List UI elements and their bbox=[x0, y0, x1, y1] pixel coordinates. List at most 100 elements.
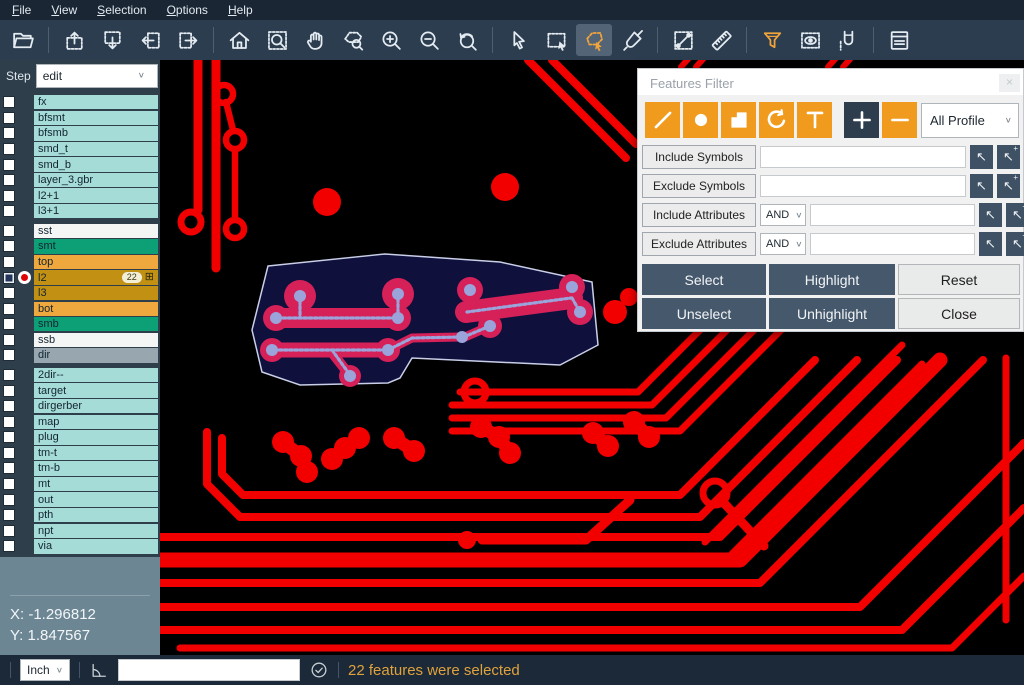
layer-checkbox-bot[interactable] bbox=[3, 303, 15, 315]
exclude-attributes-pick-add-button[interactable]: ↖+ bbox=[1006, 232, 1024, 256]
command-input[interactable] bbox=[118, 659, 300, 681]
exclude-attributes-input[interactable] bbox=[810, 233, 975, 255]
layers-panel-button[interactable] bbox=[881, 24, 917, 56]
include-symbols-pick-add-button[interactable]: ↖+ bbox=[997, 145, 1020, 169]
exclude-symbols-button[interactable]: Exclude Symbols bbox=[642, 174, 756, 198]
unselect-button[interactable]: Unselect bbox=[642, 298, 766, 329]
layer-cell-l2[interactable]: l222⊞ bbox=[34, 270, 158, 284]
positive-polarity-button[interactable] bbox=[844, 102, 879, 138]
layer-cell-smd_t[interactable]: smd_t bbox=[34, 142, 158, 156]
layer-cell-l3[interactable]: l3 bbox=[34, 286, 158, 300]
menu-options[interactable]: Options bbox=[157, 0, 218, 20]
zoom-polygon-button[interactable] bbox=[335, 24, 371, 56]
pan-up-button[interactable] bbox=[56, 24, 92, 56]
menu-help[interactable]: Help bbox=[218, 0, 263, 20]
layer-checkbox-dir[interactable] bbox=[3, 349, 15, 361]
select-polygon-button[interactable] bbox=[576, 24, 612, 56]
include-attributes-pick-add-button[interactable]: ↖+ bbox=[1006, 203, 1024, 227]
layer-checkbox-bfsmb[interactable] bbox=[3, 127, 15, 139]
layer-checkbox-l3[interactable] bbox=[3, 287, 15, 299]
layer-checkbox-bfsmt[interactable] bbox=[3, 112, 15, 124]
exclude-symbols-pick-button[interactable]: ↖ bbox=[970, 174, 993, 198]
features-filter-button[interactable] bbox=[754, 24, 790, 56]
negative-polarity-button[interactable] bbox=[882, 102, 917, 138]
layer-cell-dirgerber[interactable]: dirgerber bbox=[34, 399, 158, 413]
exclude-attributes-pick-button[interactable]: ↖ bbox=[979, 232, 1002, 256]
home-view-button[interactable] bbox=[221, 24, 257, 56]
layer-cell-map[interactable]: map bbox=[34, 415, 158, 429]
layer-cell-layer_3.gbr[interactable]: layer_3.gbr bbox=[34, 173, 158, 187]
include-attributes-button[interactable]: Include Attributes bbox=[642, 203, 756, 227]
pan-left-button[interactable] bbox=[132, 24, 168, 56]
menu-file[interactable]: File bbox=[2, 0, 41, 20]
include-symbols-input[interactable] bbox=[760, 146, 966, 168]
layer-cell-bot[interactable]: bot bbox=[34, 302, 158, 316]
layer-cell-npt[interactable]: npt bbox=[34, 524, 158, 538]
layer-checkbox-smd_b[interactable] bbox=[3, 159, 15, 171]
exclude-symbols-pick-add-button[interactable]: ↖+ bbox=[997, 174, 1020, 198]
layer-checkbox-ssb[interactable] bbox=[3, 334, 15, 346]
select-rectangle-button[interactable] bbox=[538, 24, 574, 56]
layer-checkbox-tm-t[interactable] bbox=[3, 447, 15, 459]
measure-points-button[interactable] bbox=[665, 24, 701, 56]
layer-cell-l2+1[interactable]: l2+1 bbox=[34, 188, 158, 202]
pan-right-button[interactable] bbox=[170, 24, 206, 56]
layer-cell-smd_b[interactable]: smd_b bbox=[34, 157, 158, 171]
layer-cell-sst[interactable]: sst bbox=[34, 224, 158, 238]
layer-checkbox-dirgerber[interactable] bbox=[3, 400, 15, 412]
include-attributes-logic-select[interactable]: AND∨ bbox=[760, 204, 806, 226]
layer-checkbox-l2+1[interactable] bbox=[3, 190, 15, 202]
pan-down-button[interactable] bbox=[94, 24, 130, 56]
layer-checkbox-out[interactable] bbox=[3, 494, 15, 506]
layer-cell-2dir--[interactable]: 2dir-- bbox=[34, 368, 158, 382]
layer-cell-mt[interactable]: mt bbox=[34, 477, 158, 491]
pad-type-button[interactable] bbox=[683, 102, 718, 138]
units-select[interactable]: Inch ∨ bbox=[20, 659, 70, 681]
layer-cell-out[interactable]: out bbox=[34, 492, 158, 506]
layer-checkbox-l2[interactable] bbox=[3, 272, 15, 284]
layer-cell-fx[interactable]: fx bbox=[34, 95, 158, 109]
layer-checkbox-smb[interactable] bbox=[3, 318, 15, 330]
layer-cell-tm-b[interactable]: tm-b bbox=[34, 461, 158, 475]
unhighlight-button[interactable]: Unhighlight bbox=[769, 298, 895, 329]
layer-checkbox-smd_t[interactable] bbox=[3, 143, 15, 155]
profile-select[interactable]: All Profile∨ bbox=[921, 103, 1019, 138]
exclude-attributes-button[interactable]: Exclude Attributes bbox=[642, 232, 756, 256]
layer-cell-top[interactable]: top bbox=[34, 255, 158, 269]
repaint-brush-button[interactable] bbox=[614, 24, 650, 56]
layer-checkbox-plug[interactable] bbox=[3, 431, 15, 443]
layer-checkbox-fx[interactable] bbox=[3, 96, 15, 108]
layer-checkbox-npt[interactable] bbox=[3, 525, 15, 537]
include-symbols-pick-button[interactable]: ↖ bbox=[970, 145, 993, 169]
layer-cell-tm-t[interactable]: tm-t bbox=[34, 446, 158, 460]
layer-checkbox-layer_3.gbr[interactable] bbox=[3, 174, 15, 186]
layer-cell-bfsmt[interactable]: bfsmt bbox=[34, 111, 158, 125]
sync-check-icon[interactable] bbox=[309, 660, 329, 680]
layer-checkbox-pth[interactable] bbox=[3, 509, 15, 521]
zoom-previous-button[interactable] bbox=[449, 24, 485, 56]
select-cursor-button[interactable] bbox=[500, 24, 536, 56]
layer-checkbox-top[interactable] bbox=[3, 256, 15, 268]
corner-angle-icon[interactable] bbox=[89, 660, 109, 680]
text-type-button[interactable] bbox=[797, 102, 832, 138]
reset-button[interactable]: Reset bbox=[898, 264, 1020, 295]
layer-checkbox-l3+1[interactable] bbox=[3, 205, 15, 217]
layer-checkbox-mt[interactable] bbox=[3, 478, 15, 490]
select-button[interactable]: Select bbox=[642, 264, 766, 295]
layer-cell-bfsmb[interactable]: bfsmb bbox=[34, 126, 158, 140]
view-options-button[interactable] bbox=[792, 24, 828, 56]
layer-checkbox-via[interactable] bbox=[3, 540, 15, 552]
layer-cell-pth[interactable]: pth bbox=[34, 508, 158, 522]
include-attributes-input[interactable] bbox=[810, 204, 975, 226]
step-select[interactable]: edit ∨ bbox=[36, 64, 158, 88]
layer-checkbox-target[interactable] bbox=[3, 385, 15, 397]
layer-cell-target[interactable]: target bbox=[34, 383, 158, 397]
include-attributes-pick-button[interactable]: ↖ bbox=[979, 203, 1002, 227]
surface-type-button[interactable] bbox=[721, 102, 756, 138]
menu-view[interactable]: View bbox=[41, 0, 87, 20]
layer-checkbox-sst[interactable] bbox=[3, 225, 15, 237]
exclude-symbols-input[interactable] bbox=[760, 175, 966, 197]
layer-cell-smt[interactable]: smt bbox=[34, 239, 158, 253]
layer-cell-l3+1[interactable]: l3+1 bbox=[34, 204, 158, 218]
layer-cell-via[interactable]: via bbox=[34, 539, 158, 553]
